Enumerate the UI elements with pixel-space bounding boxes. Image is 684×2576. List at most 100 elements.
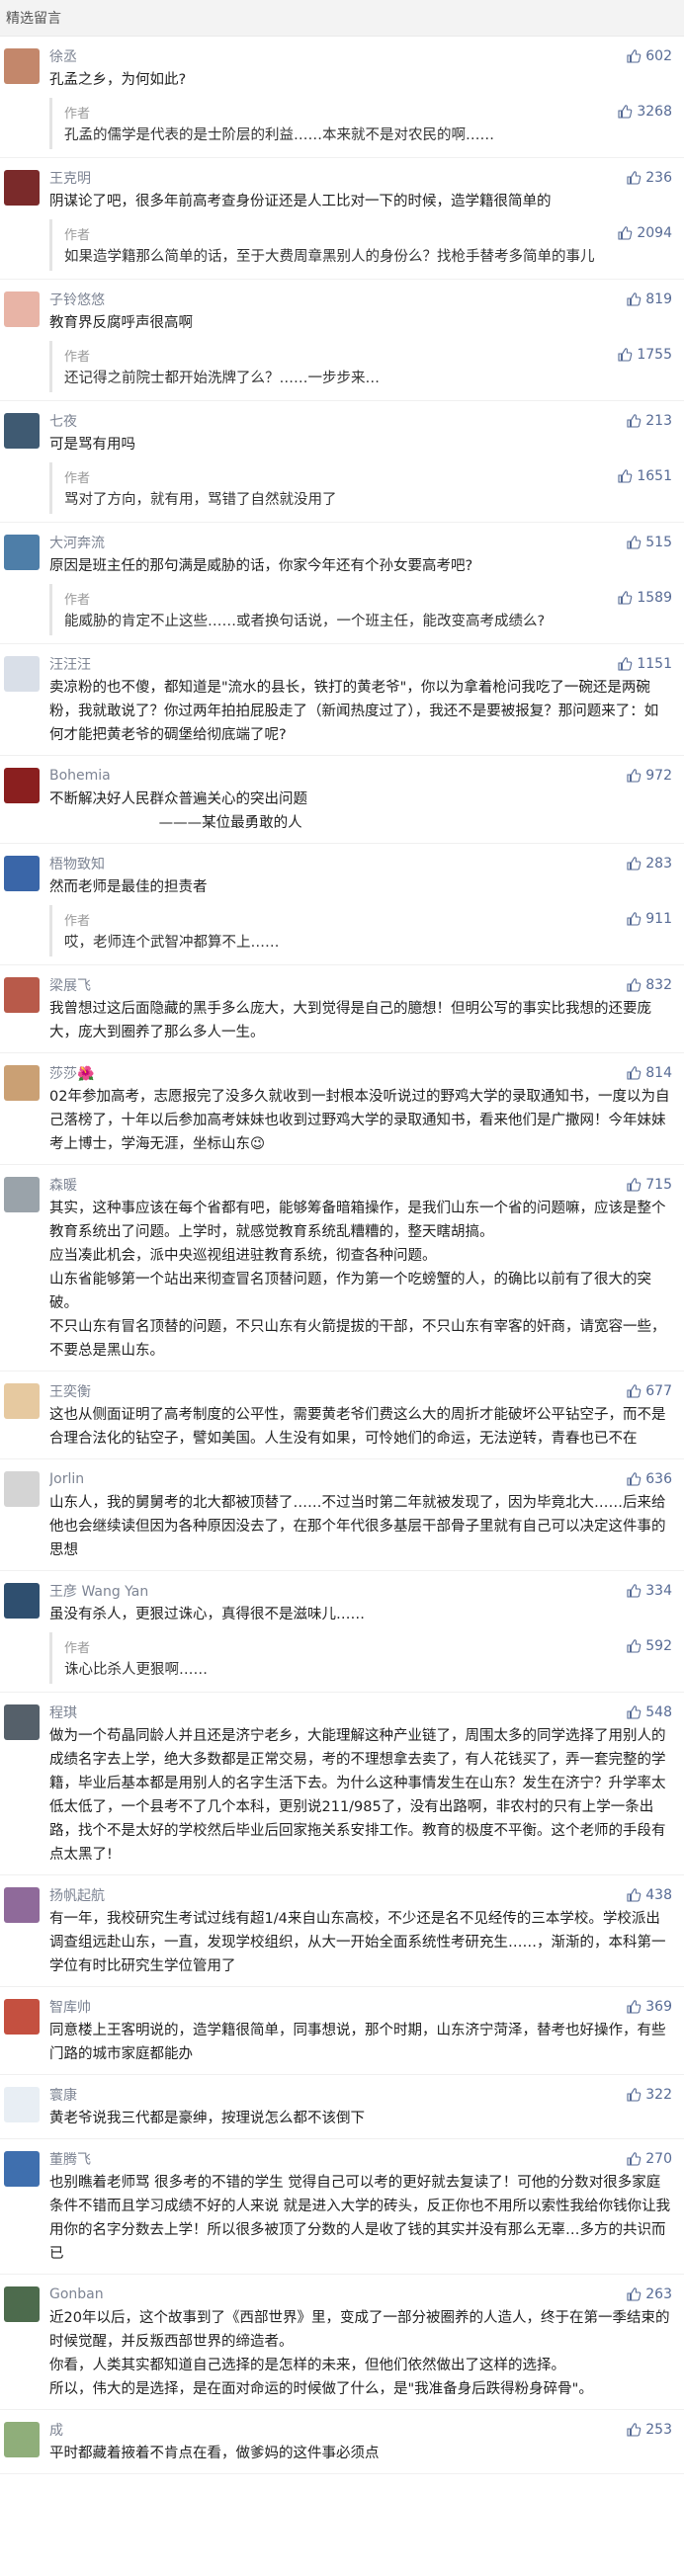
section-header: 精选留言 xyxy=(0,0,684,37)
reply-author-label: 作者 xyxy=(64,227,91,243)
like-button[interactable]: 253 xyxy=(626,2422,672,2438)
commenter-name[interactable]: 汪汪汪 xyxy=(49,654,617,674)
like-button[interactable]: 814 xyxy=(626,1065,672,1081)
comment-item: 子铃悠悠 819 教育界反腐呼声很高啊 作者 1755 还记得之前院士都开始洗牌… xyxy=(0,280,684,401)
avatar[interactable] xyxy=(4,1887,40,1923)
avatar[interactable] xyxy=(4,48,40,84)
thumbs-up-icon xyxy=(618,226,633,240)
avatar[interactable] xyxy=(4,768,40,803)
commenter-name[interactable]: 王奕衡 xyxy=(49,1381,626,1401)
commenter-name[interactable]: 程琪 xyxy=(49,1703,626,1722)
like-button[interactable]: 438 xyxy=(626,1887,672,1903)
avatar[interactable] xyxy=(4,2422,40,2457)
thumbs-up-icon xyxy=(627,912,641,926)
avatar[interactable] xyxy=(4,2151,40,2187)
like-button[interactable]: 548 xyxy=(626,1704,672,1720)
thumbs-up-icon xyxy=(627,1384,641,1398)
author-reply: 作者 1589 能威胁的肯定不止这些……或者换句话说，一个班主任，能改变高考成绩… xyxy=(49,584,672,635)
comment-text: 同意楼上王客明说的，造学籍很简单，同事想说，那个时期，山东济宁菏泽，替考也好操作… xyxy=(49,2023,666,2062)
commenter-name[interactable]: 梧物致知 xyxy=(49,854,626,873)
like-button[interactable]: 972 xyxy=(626,768,672,784)
like-button[interactable]: 263 xyxy=(626,2286,672,2302)
commenter-name[interactable]: 王彦 Wang Yan xyxy=(49,1581,626,1601)
reply-like-count: 1755 xyxy=(637,347,672,363)
commenter-name[interactable]: 扬帆起航 xyxy=(49,1885,626,1905)
commenter-name[interactable]: Jorlin xyxy=(49,1471,626,1487)
comment-item: 扬帆起航 438 有一年，我校研究生考试过线有超1/4来自山东高校，不少还是名不… xyxy=(0,1875,684,1987)
avatar[interactable] xyxy=(4,1177,40,1212)
avatar[interactable] xyxy=(4,170,40,206)
reply-text: 骂对了方向，就有用，骂错了自然就没用了 xyxy=(64,492,337,508)
like-button[interactable]: 819 xyxy=(626,291,672,307)
avatar[interactable] xyxy=(4,1065,40,1101)
reply-text: 哎，老师连个武智冲都算不上…… xyxy=(64,935,280,951)
comment-item: Gonban 263 近20年以后，这个故事到了《西部世界》里，变成了一部分被圈… xyxy=(0,2275,684,2410)
like-button[interactable]: 715 xyxy=(626,1177,672,1193)
commenter-name[interactable]: 成 xyxy=(49,2420,626,2440)
like-button[interactable]: 283 xyxy=(626,856,672,872)
comment-text: 平时都藏着掖着不肯点在看，做爹妈的这件事必须点 xyxy=(49,2446,380,2461)
commenter-name[interactable]: 莎莎🌺 xyxy=(49,1063,626,1083)
avatar[interactable] xyxy=(4,2087,40,2122)
commenter-name[interactable]: Bohemia xyxy=(49,768,626,784)
commenter-name[interactable]: 智库帅 xyxy=(49,1997,626,2017)
thumbs-up-icon xyxy=(627,1705,641,1719)
like-button[interactable]: 677 xyxy=(626,1383,672,1399)
reply-like-button[interactable]: 592 xyxy=(626,1638,672,1654)
avatar[interactable] xyxy=(4,2286,40,2322)
comment-item: 王彦 Wang Yan 334 虽没有杀人，更狠过诛心，真得很不是滋味儿…… 作… xyxy=(0,1571,684,1693)
like-button[interactable]: 334 xyxy=(626,1583,672,1599)
avatar[interactable] xyxy=(4,291,40,327)
like-button[interactable]: 369 xyxy=(626,1999,672,2015)
like-button[interactable]: 213 xyxy=(626,413,672,429)
comment-item: 成 253 平时都藏着掖着不肯点在看，做爹妈的这件事必须点 xyxy=(0,2410,684,2474)
avatar[interactable] xyxy=(4,1583,40,1619)
like-button[interactable]: 1151 xyxy=(617,656,672,672)
comment-list: 徐丞 602 孔孟之乡，为何如此? 作者 3268 孔孟的儒学是代表的是士阶层的… xyxy=(0,37,684,2474)
avatar[interactable] xyxy=(4,1704,40,1740)
avatar[interactable] xyxy=(4,1383,40,1419)
like-button[interactable]: 322 xyxy=(626,2087,672,2103)
like-button[interactable]: 832 xyxy=(626,977,672,993)
reply-like-button[interactable]: 1651 xyxy=(617,468,672,484)
commenter-name[interactable]: Gonban xyxy=(49,2286,626,2302)
like-button[interactable]: 602 xyxy=(626,48,672,64)
thumbs-up-icon xyxy=(627,1584,641,1598)
reply-like-button[interactable]: 1755 xyxy=(617,347,672,363)
commenter-name[interactable]: 王克明 xyxy=(49,168,626,188)
commenter-name[interactable]: 大河奔流 xyxy=(49,533,626,552)
commenter-name[interactable]: 子铃悠悠 xyxy=(49,290,626,309)
like-button[interactable]: 636 xyxy=(626,1471,672,1487)
reply-like-count: 911 xyxy=(645,911,672,927)
comment-text: 原因是班主任的那句满是威胁的话，你家今年还有个孙女要高考吧? xyxy=(49,558,473,574)
like-button[interactable]: 515 xyxy=(626,535,672,550)
commenter-name[interactable]: 董腾飞 xyxy=(49,2149,626,2169)
reply-like-button[interactable]: 3268 xyxy=(617,104,672,120)
reply-like-button[interactable]: 911 xyxy=(626,911,672,927)
thumbs-up-icon xyxy=(627,292,641,306)
commenter-name[interactable]: 寰康 xyxy=(49,2085,626,2105)
commenter-name[interactable]: 梁展飞 xyxy=(49,975,626,995)
commenter-name[interactable]: 徐丞 xyxy=(49,46,626,66)
reply-author-label: 作者 xyxy=(64,913,91,929)
reply-like-button[interactable]: 1589 xyxy=(617,590,672,606)
avatar[interactable] xyxy=(4,656,40,692)
avatar[interactable] xyxy=(4,413,40,449)
comment-item: Jorlin 636 山东人，我的舅舅考的北大都被顶替了……不过当时第二年就被发… xyxy=(0,1459,684,1571)
commenter-name[interactable]: 森暖 xyxy=(49,1175,626,1195)
like-button[interactable]: 270 xyxy=(626,2151,672,2167)
reply-like-count: 592 xyxy=(645,1638,672,1654)
author-reply: 作者 3268 孔孟的儒学是代表的是士阶层的利益……本来就不是对农民的啊…… xyxy=(49,98,672,149)
avatar[interactable] xyxy=(4,856,40,891)
avatar[interactable] xyxy=(4,1471,40,1507)
like-count: 369 xyxy=(645,1999,672,2015)
avatar[interactable] xyxy=(4,1999,40,2035)
reply-like-button[interactable]: 2094 xyxy=(617,225,672,241)
comment-text: 阴谋论了吧，很多年前高考查身份证还是人工比对一下的时候，造学籍很简单的 xyxy=(49,194,552,209)
avatar[interactable] xyxy=(4,977,40,1013)
like-count: 1151 xyxy=(637,656,672,672)
comment-text: 不断解决好人民群众普遍关心的突出问题 ———某位最勇敢的人 xyxy=(49,791,307,831)
commenter-name[interactable]: 七夜 xyxy=(49,411,626,431)
like-button[interactable]: 236 xyxy=(626,170,672,186)
avatar[interactable] xyxy=(4,535,40,570)
